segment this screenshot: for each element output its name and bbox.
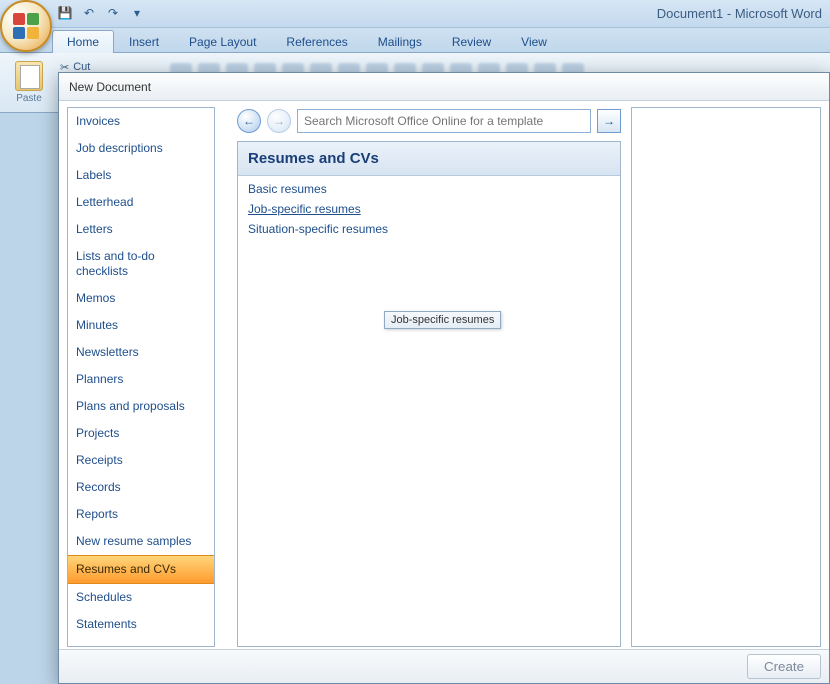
nav-back-button[interactable]: ← (237, 109, 261, 133)
create-button[interactable]: Create (747, 654, 821, 679)
sidebar-category[interactable]: Resumes and CVs (68, 555, 214, 584)
quick-access-toolbar: 💾 ↶ ↷ ▾ (56, 4, 146, 22)
tab-mailings[interactable]: Mailings (363, 30, 437, 53)
sidebar-category[interactable]: Job descriptions (68, 135, 214, 162)
sidebar-category[interactable]: Labels (68, 162, 214, 189)
sidebar-category[interactable]: Letterhead (68, 189, 214, 216)
sidebar-category[interactable]: Planners (68, 366, 214, 393)
tab-review[interactable]: Review (437, 30, 506, 53)
sidebar-category[interactable]: Statements (68, 611, 214, 638)
tab-insert[interactable]: Insert (114, 30, 174, 53)
redo-icon[interactable]: ↷ (104, 4, 122, 22)
template-link[interactable]: Basic resumes (248, 182, 327, 196)
qat-more-icon[interactable]: ▾ (128, 4, 146, 22)
category-sidebar[interactable]: InvoicesJob descriptionsLabelsLetterhead… (67, 107, 215, 647)
sidebar-category[interactable]: Receipts (68, 447, 214, 474)
ribbon-tabs: Home Insert Page Layout References Maili… (0, 28, 830, 53)
sidebar-category[interactable]: Invoices (68, 108, 214, 135)
dialog-body: InvoicesJob descriptionsLabelsLetterhead… (59, 101, 829, 649)
sidebar-category[interactable]: Lists and to-do checklists (68, 243, 214, 285)
dialog-title: New Document (59, 73, 829, 101)
tooltip: Job-specific resumes (384, 311, 501, 329)
undo-icon[interactable]: ↶ (80, 4, 98, 22)
title-bar: 💾 ↶ ↷ ▾ Document1 - Microsoft Word (0, 0, 830, 28)
window-title: Document1 - Microsoft Word (657, 6, 822, 21)
save-icon[interactable]: 💾 (56, 4, 74, 22)
arrow-left-icon: ← (243, 114, 255, 128)
sidebar-category[interactable]: New resume samples (68, 528, 214, 555)
sidebar-category[interactable]: Minutes (68, 312, 214, 339)
office-logo-icon (13, 13, 39, 39)
template-link[interactable]: Situation-specific resumes (248, 222, 388, 236)
sidebar-category[interactable]: Records (68, 474, 214, 501)
tab-references[interactable]: References (271, 30, 362, 53)
section-title: Resumes and CVs (238, 142, 620, 176)
template-panel: ← → → Resumes and CVs Basic resumes Job-s… (237, 107, 621, 647)
dialog-footer: Create (59, 649, 829, 683)
template-preview-panel (631, 107, 821, 647)
template-list-panel: Resumes and CVs Basic resumes Job-specifi… (237, 141, 621, 647)
template-links: Basic resumes Job-specific resumes Situati… (238, 176, 620, 242)
sidebar-category[interactable]: Schedules (68, 584, 214, 611)
office-button[interactable] (0, 0, 52, 52)
sidebar-category[interactable]: Newsletters (68, 339, 214, 366)
tab-home[interactable]: Home (52, 30, 114, 53)
sidebar-category[interactable]: Reports (68, 501, 214, 528)
paste-button[interactable]: Paste (6, 61, 52, 104)
arrow-right-icon: → (273, 114, 285, 128)
new-document-dialog: New Document InvoicesJob descriptionsLab… (58, 72, 830, 684)
sidebar-category[interactable]: Letters (68, 216, 214, 243)
sidebar-category[interactable]: Memos (68, 285, 214, 312)
paste-icon (15, 61, 43, 91)
sidebar-category[interactable]: Plans and proposals (68, 393, 214, 420)
sidebar-category[interactable]: Stationery and specialty paper (68, 638, 214, 647)
sidebar-category[interactable]: Projects (68, 420, 214, 447)
template-search-input[interactable] (297, 109, 591, 133)
nav-forward-button[interactable]: → (267, 109, 291, 133)
template-toolbar: ← → → (237, 107, 621, 135)
tab-view[interactable]: View (506, 30, 562, 53)
arrow-go-icon: → (603, 114, 615, 128)
tab-page-layout[interactable]: Page Layout (174, 30, 271, 53)
paste-label: Paste (16, 93, 42, 104)
search-go-button[interactable]: → (597, 109, 621, 133)
template-link[interactable]: Job-specific resumes (248, 202, 361, 216)
